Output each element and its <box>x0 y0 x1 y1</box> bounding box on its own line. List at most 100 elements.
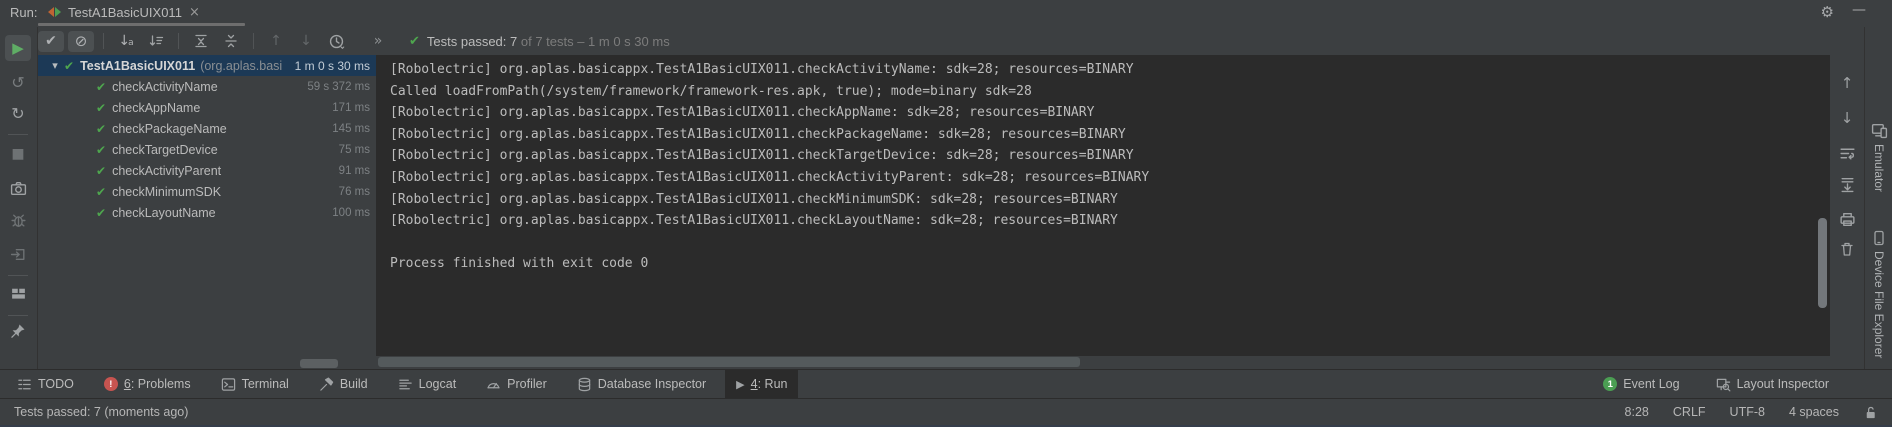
pin-tab-button[interactable] <box>5 318 31 344</box>
close-tab-icon[interactable]: × <box>189 6 200 19</box>
scroll-to-end-button[interactable] <box>1834 171 1860 197</box>
show-ignored-toggle[interactable]: ⊘ <box>68 31 94 52</box>
bug-icon <box>10 212 27 229</box>
import-icon <box>10 246 27 263</box>
right-tool-strip: Emulator Device File Explorer <box>1864 27 1892 369</box>
rerun-play-icon: ▶ <box>12 41 24 56</box>
line-separator[interactable]: CRLF <box>1673 405 1706 419</box>
tool-tab-terminal[interactable]: Terminal <box>210 370 300 398</box>
chevron-down-icon[interactable]: ▾ <box>48 59 62 72</box>
expand-all-button[interactable] <box>188 31 214 52</box>
test-name: checkLayoutName <box>112 206 216 220</box>
file-encoding[interactable]: UTF-8 <box>1730 405 1765 419</box>
console-vertical-scrollbar[interactable] <box>1818 218 1827 308</box>
toolbar-divider <box>8 275 28 276</box>
rerun-tests-button[interactable]: ▶ <box>5 35 31 61</box>
arrow-up-icon: ↑ <box>1841 74 1854 92</box>
status-bar: Tests passed: 7 (moments ago) 8:28 CRLF … <box>0 398 1892 425</box>
soft-wrap-button[interactable] <box>1834 140 1860 166</box>
tree-row-test[interactable]: ✔ checkActivityParent 91 ms <box>38 160 376 181</box>
test-duration: 75 ms <box>339 144 376 156</box>
summary-passed-text: Tests passed: 7 <box>427 34 517 49</box>
tree-row-test[interactable]: ✔ checkMinimumSDK 76 ms <box>38 181 376 202</box>
tool-tab-label: TODO <box>38 377 74 391</box>
caret-position[interactable]: 8:28 <box>1625 405 1649 419</box>
tree-horizontal-scrollbar[interactable] <box>300 359 338 368</box>
run-config-icon <box>48 7 61 17</box>
print-button[interactable] <box>1834 206 1860 232</box>
run-label: Run: <box>10 5 37 20</box>
test-duration: 91 ms <box>339 165 376 177</box>
tree-row-test[interactable]: ✔ checkPackageName 145 ms <box>38 118 376 139</box>
unlock-icon[interactable] <box>1863 405 1878 420</box>
toolbar-divider <box>8 315 28 316</box>
toggle-auto-test-button[interactable]: ↻ <box>5 100 31 126</box>
problems-icon: ! <box>104 377 118 391</box>
camera-icon <box>10 180 27 197</box>
test-passed-icon: ✔ <box>96 101 106 115</box>
tree-row-test[interactable]: ✔ checkActivityName 59 s 372 ms <box>38 76 376 97</box>
run-config-tab-title: TestA1BasicUIX011 <box>68 5 182 20</box>
soft-wrap-icon <box>1839 145 1856 162</box>
thread-dump-button[interactable] <box>5 175 31 201</box>
expand-all-icon <box>193 33 209 49</box>
tool-tab-label: Event Log <box>1623 377 1679 391</box>
hide-panel-icon[interactable]: — <box>1852 2 1866 18</box>
test-passed-icon: ✔ <box>96 143 106 157</box>
import-test-results-button[interactable] <box>5 241 31 267</box>
device-file-explorer-tool-button[interactable]: Device File Explorer <box>1865 230 1892 358</box>
test-name: checkTargetDevice <box>112 143 218 157</box>
stop-icon: ■ <box>11 147 24 161</box>
device-file-explorer-tool-label: Device File Explorer <box>1872 251 1886 358</box>
next-occurrence-button[interactable]: ↓ <box>293 31 319 52</box>
rerun-with-coverage-button[interactable] <box>5 207 31 233</box>
tool-tab-profiler[interactable]: Profiler <box>475 370 558 398</box>
arrow-down-icon: ↓ <box>300 34 312 48</box>
tool-tab-run[interactable]: ▶ 4: Run <box>725 370 798 398</box>
run-tool-window: Run: TestA1BasicUIX011 × ⚙ — ▶ ↺ ↻ ■ <box>0 0 1892 427</box>
console-line: [Robolectric] org.aplas.basicappx.TestA1… <box>390 59 1830 81</box>
tree-row-test[interactable]: ✔ checkAppName 171 ms <box>38 97 376 118</box>
stop-button[interactable]: ■ <box>5 141 31 167</box>
tree-row-test[interactable]: ✔ checkTargetDevice 75 ms <box>38 139 376 160</box>
tool-window-bar-right: 1 Event Log Layout Inspector <box>1592 377 1840 392</box>
tool-tab-build[interactable]: Build <box>308 370 379 398</box>
test-history-button[interactable] <box>323 31 349 52</box>
run-config-tab[interactable]: TestA1BasicUIX011 × <box>38 0 210 24</box>
sort-alphabetically-button[interactable]: ↓a <box>113 31 139 52</box>
tree-row-test[interactable]: ✔ checkLayoutName 100 ms <box>38 202 376 223</box>
tool-tab-problems[interactable]: ! 6: Problems <box>93 370 202 398</box>
show-passed-toggle[interactable]: ✔ <box>38 31 64 52</box>
active-tab-underline <box>38 23 245 26</box>
test-tree-panel: ▾ ✔ TestA1BasicUIX011 (org.aplas.basi 1 … <box>38 55 376 356</box>
scroll-down-button[interactable]: ↓ <box>1834 105 1860 131</box>
test-passed-icon: ✔ <box>96 80 106 94</box>
history-clock-icon <box>328 33 345 50</box>
indent-setting[interactable]: 4 spaces <box>1789 405 1839 419</box>
collapse-all-button[interactable] <box>218 31 244 52</box>
tool-tab-todo[interactable]: TODO <box>6 370 85 398</box>
tool-tab-label: Database Inspector <box>598 377 706 391</box>
gear-icon[interactable]: ⚙ <box>1821 3 1834 21</box>
console-horizontal-scrollbar[interactable] <box>378 357 1080 367</box>
sort-by-duration-button[interactable] <box>143 31 169 52</box>
tool-tab-logcat[interactable]: Logcat <box>387 370 468 398</box>
clear-console-button[interactable] <box>1834 236 1860 262</box>
sort-duration-icon <box>148 33 164 49</box>
more-actions-button[interactable]: » <box>365 31 391 52</box>
restore-layout-button[interactable] <box>5 280 31 306</box>
test-duration: 171 ms <box>332 102 376 114</box>
rerun-failed-tests-button[interactable]: ↺ <box>5 69 31 95</box>
tool-tab-database-inspector[interactable]: Database Inspector <box>566 370 717 398</box>
tool-tab-label: Logcat <box>419 377 457 391</box>
hammer-icon <box>319 377 334 392</box>
emulator-tool-button[interactable]: Emulator <box>1865 122 1892 192</box>
tool-tab-layout-inspector[interactable]: Layout Inspector <box>1705 377 1840 392</box>
tool-tab-label: Layout Inspector <box>1737 377 1829 391</box>
tool-tab-event-log[interactable]: 1 Event Log <box>1592 377 1690 391</box>
previous-occurrence-button[interactable]: ↑ <box>263 31 289 52</box>
test-name: checkActivityParent <box>112 164 221 178</box>
logcat-icon <box>398 377 413 392</box>
scroll-up-button[interactable]: ↑ <box>1834 70 1860 96</box>
tree-row-root[interactable]: ▾ ✔ TestA1BasicUIX011 (org.aplas.basi 1 … <box>38 55 376 76</box>
